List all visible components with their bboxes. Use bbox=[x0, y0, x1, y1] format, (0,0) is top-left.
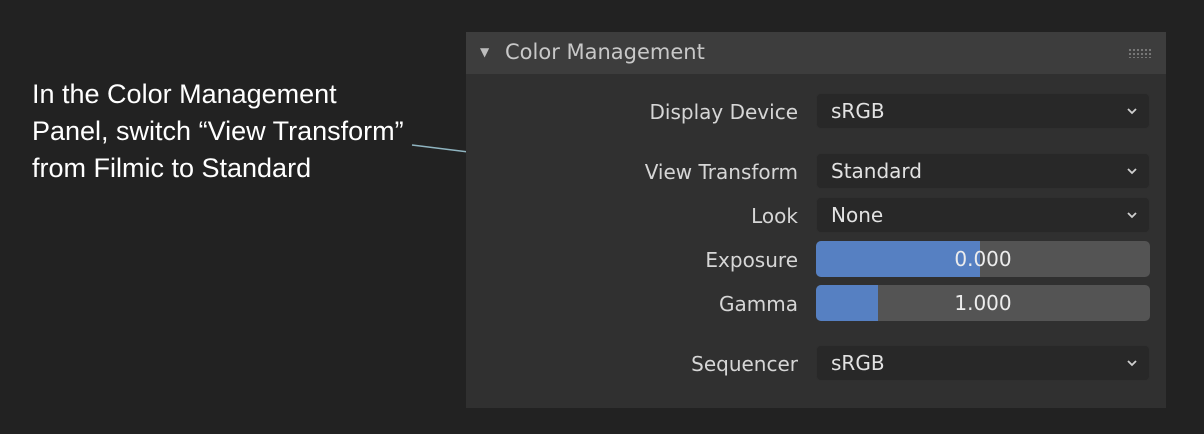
exposure-label: Exposure bbox=[705, 248, 798, 272]
chevron-down-icon bbox=[1127, 168, 1137, 175]
exposure-value: 0.000 bbox=[954, 247, 1012, 271]
panel-header[interactable]: ▼ Color Management bbox=[466, 32, 1166, 74]
sequencer-value: sRGB bbox=[831, 351, 885, 375]
drag-grip-icon[interactable] bbox=[1128, 48, 1152, 58]
instruction-callout: In the Color Management Panel, switch “V… bbox=[32, 79, 404, 183]
color-management-panel: ▼ Color Management Display Device sRGB V… bbox=[466, 32, 1166, 408]
gamma-slider[interactable]: 1.000 bbox=[816, 285, 1150, 321]
display-device-dropdown[interactable]: sRGB bbox=[816, 93, 1150, 129]
display-device-label: Display Device bbox=[649, 100, 798, 124]
gamma-value: 1.000 bbox=[954, 291, 1012, 315]
look-dropdown[interactable]: None bbox=[816, 197, 1150, 233]
sequencer-label: Sequencer bbox=[691, 352, 798, 376]
triangle-down-icon[interactable]: ▼ bbox=[480, 45, 489, 59]
display-device-value: sRGB bbox=[831, 99, 885, 123]
look-label: Look bbox=[751, 204, 798, 228]
panel-title: Color Management bbox=[505, 40, 705, 64]
gamma-label: Gamma bbox=[719, 292, 798, 316]
sequencer-dropdown[interactable]: sRGB bbox=[816, 345, 1150, 381]
view-transform-value: Standard bbox=[831, 159, 922, 183]
chevron-down-icon bbox=[1127, 212, 1137, 219]
chevron-down-icon bbox=[1127, 108, 1137, 115]
view-transform-dropdown[interactable]: Standard bbox=[816, 153, 1150, 189]
exposure-slider[interactable]: 0.000 bbox=[816, 241, 1150, 277]
chevron-down-icon bbox=[1127, 360, 1137, 367]
look-value: None bbox=[831, 203, 884, 227]
view-transform-label: View Transform bbox=[644, 160, 798, 184]
